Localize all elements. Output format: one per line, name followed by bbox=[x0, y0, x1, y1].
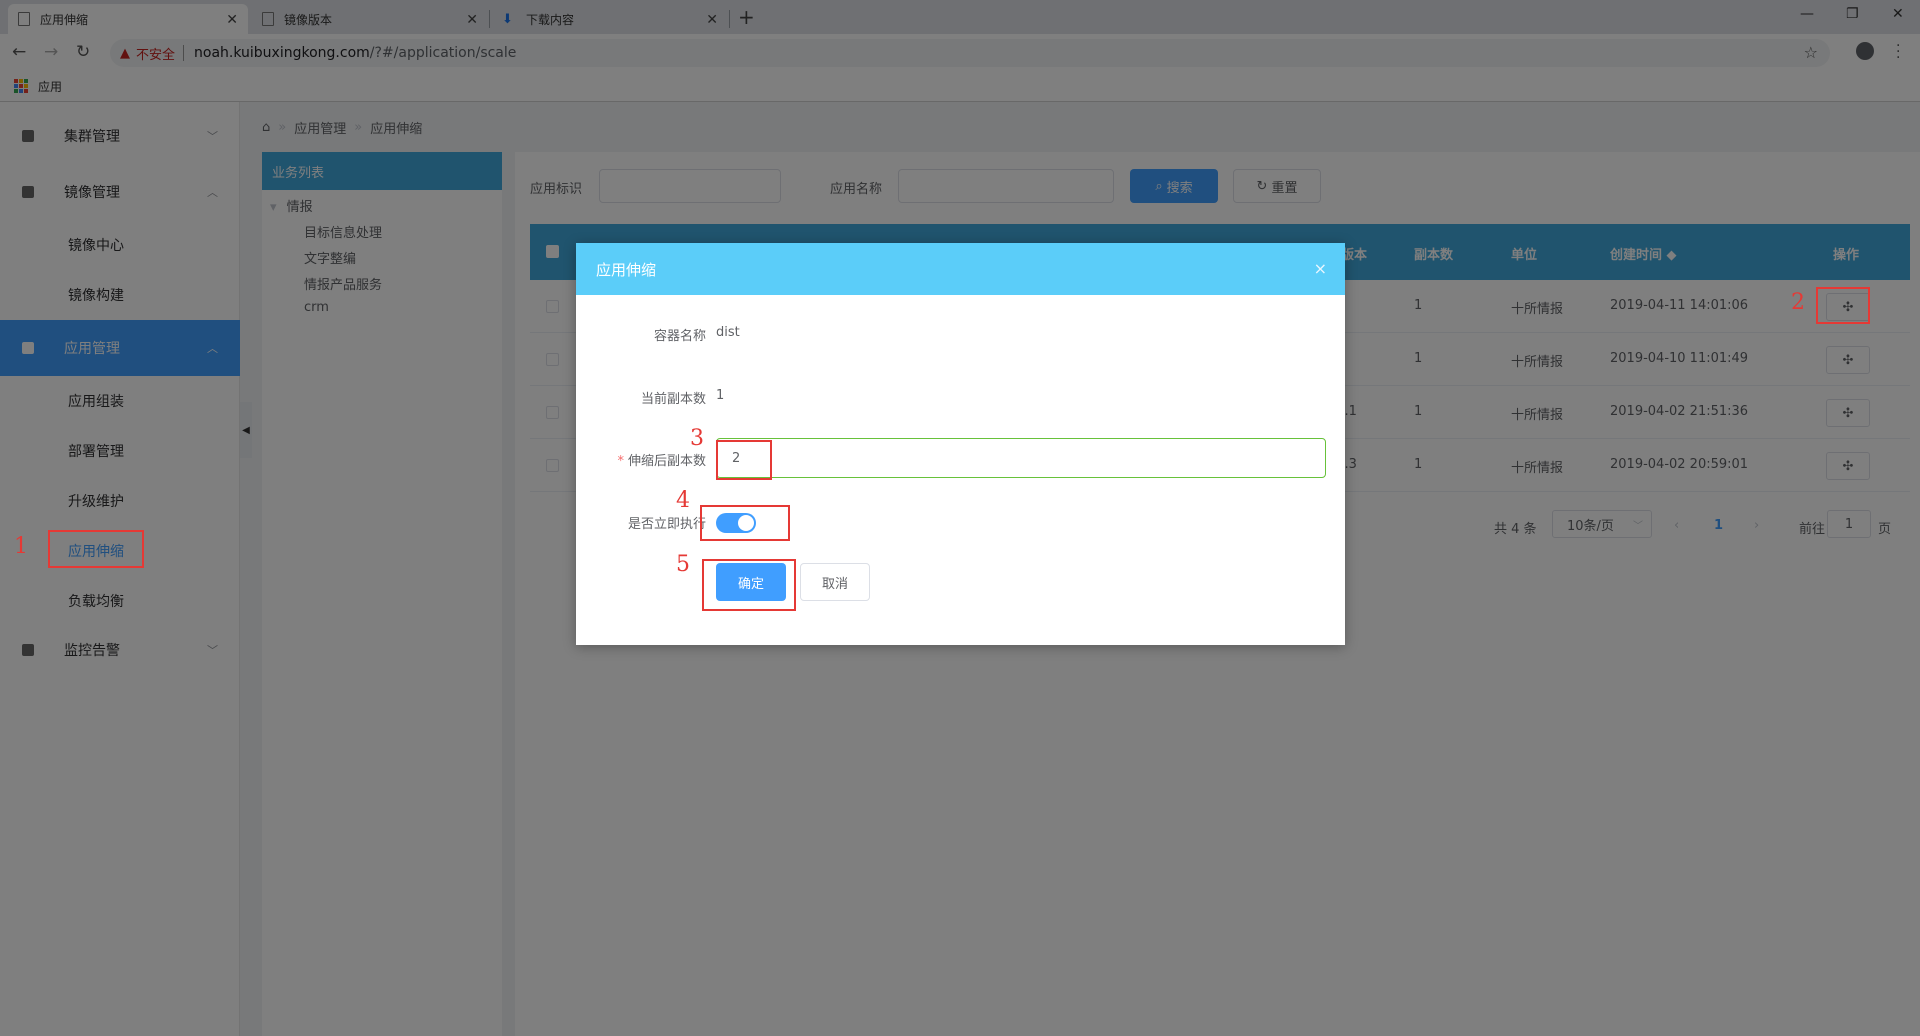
scaled-replicas-input[interactable]: 2 bbox=[716, 438, 1326, 478]
close-icon[interactable]: × bbox=[1314, 259, 1327, 278]
cancel-button[interactable]: 取消 bbox=[800, 563, 870, 601]
annotation-number-4: 4 bbox=[676, 488, 690, 513]
annotation-number-1: 1 bbox=[14, 534, 28, 559]
container-name-value: dist bbox=[716, 325, 740, 340]
annotation-box-5 bbox=[702, 559, 796, 611]
scaled-replicas-label-text: 伸缩后副本数 bbox=[627, 454, 706, 469]
annotation-box-4 bbox=[700, 505, 790, 541]
container-name-label: 容器名称 bbox=[653, 329, 706, 344]
current-replicas-label: 当前副本数 bbox=[640, 392, 706, 407]
dialog-header: 应用伸缩 × bbox=[576, 243, 1345, 295]
scaled-replicas-label: * 伸缩后副本数 bbox=[576, 450, 706, 469]
dialog-title: 应用伸缩 bbox=[596, 260, 657, 279]
annotation-number-5: 5 bbox=[676, 552, 690, 577]
annotation-number-3: 3 bbox=[690, 426, 704, 451]
required-mark: * bbox=[617, 454, 624, 469]
annotation-number-2: 2 bbox=[1791, 290, 1805, 315]
annotation-box-2 bbox=[1816, 287, 1870, 324]
annotation-box-3 bbox=[716, 440, 772, 480]
annotation-box-1 bbox=[48, 530, 144, 568]
current-replicas-value: 1 bbox=[716, 388, 725, 403]
execute-now-label: 是否立即执行 bbox=[627, 517, 706, 532]
